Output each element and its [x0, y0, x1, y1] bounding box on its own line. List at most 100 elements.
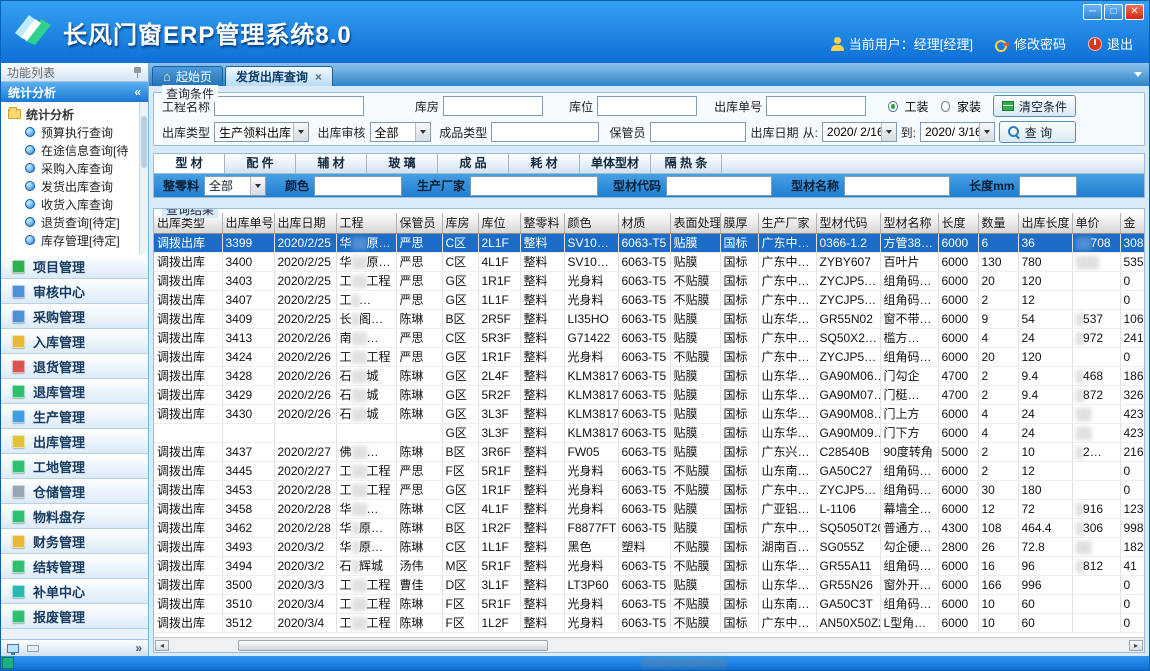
manufacturer-input[interactable] [470, 176, 598, 196]
column-header[interactable]: 出库日期 [274, 213, 336, 233]
table-row[interactable]: 调拨出库34002020/2/25华▒▒原…严思C区4L1F整料SV10…606… [154, 252, 1144, 271]
sidebar-module[interactable]: 物料盘存 [1, 504, 148, 529]
sidebar-module[interactable]: 生产管理 [1, 404, 148, 429]
project-name-input[interactable] [214, 96, 364, 116]
radio-gongzhuang[interactable] [888, 101, 897, 112]
column-header[interactable]: 库房 [442, 213, 478, 233]
material-tab[interactable]: 型 材 [154, 154, 225, 173]
sidebar-module[interactable]: 退货管理 [1, 354, 148, 379]
status-app-icon[interactable] [2, 657, 14, 669]
pin-icon[interactable] [133, 67, 142, 78]
date-from-picker[interactable]: 2020/ 2/16 [822, 122, 897, 142]
table-row[interactable]: 调拨出库34302020/2/26石▒▒城陈琳G区3L3F整料KLM381760… [154, 404, 1144, 423]
more-icon[interactable]: » [135, 641, 142, 655]
scrollbar-thumb[interactable] [238, 640, 548, 651]
column-header[interactable]: 出库长度 [1018, 213, 1072, 233]
sidebar-module[interactable]: 财务管理 [1, 529, 148, 554]
scroll-right-arrow-icon[interactable]: ▸ [1129, 640, 1143, 651]
sidebar-module[interactable]: 补单中心 [1, 579, 148, 604]
color-input[interactable] [314, 176, 402, 196]
table-row[interactable]: 调拨出库35002020/3/3工▒▒工程曹佳D区3L1F整料LT3P60606… [154, 575, 1144, 594]
chevron-down-icon[interactable] [979, 123, 994, 141]
tab-home[interactable]: ⌂ 起始页 [152, 66, 223, 86]
column-header[interactable]: 保管员 [396, 213, 442, 233]
column-header[interactable]: 工程 [336, 213, 396, 233]
material-tab[interactable]: 隔 热 条 [651, 154, 722, 173]
tab-outbound-query[interactable]: 发货出库查询 × [225, 66, 333, 86]
chevron-down-icon[interactable] [881, 123, 896, 141]
sidebar-module[interactable]: 结转管理 [1, 554, 148, 579]
column-header[interactable]: 型材代码 [816, 213, 880, 233]
out-type-select[interactable]: 生产领料出库 [214, 122, 309, 142]
table-row[interactable]: 调拨出库34072020/2/25工▒…严思G区1L1F整料光身料6063-T5… [154, 290, 1144, 309]
tree-item[interactable]: 收货入库查询 [8, 195, 148, 213]
sidebar-module[interactable]: 出库管理 [1, 429, 148, 454]
monitor-icon[interactable] [7, 644, 19, 653]
tree-item[interactable]: 采购入库查询 [8, 159, 148, 177]
column-header[interactable]: 长度 [938, 213, 978, 233]
column-header[interactable]: 型材名称 [880, 213, 938, 233]
column-header[interactable]: 生产厂家 [758, 213, 816, 233]
material-tab[interactable]: 耗 材 [509, 154, 580, 173]
chevron-down-icon[interactable] [293, 123, 308, 141]
table-row[interactable]: 调拨出库34032020/2/25工▒▒工程严思G区1R1F整料光身料6063-… [154, 271, 1144, 290]
length-input[interactable] [1019, 176, 1077, 196]
table-row[interactable]: G区3L3F整料KLM38176063-T5贴膜国标山东华…GA90M09…门下… [154, 423, 1144, 442]
tree-scrollbar[interactable] [139, 102, 148, 254]
table-row[interactable]: 调拨出库34292020/2/26石▒▒城陈琳G区5R2F整料KLM381760… [154, 385, 1144, 404]
scroll-left-arrow-icon[interactable]: ◂ [155, 640, 169, 651]
table-row[interactable]: 调拨出库35102020/3/4工▒▒工程陈琳F区5R1F整料光身料6063-T… [154, 594, 1144, 613]
sidebar-section-header[interactable]: 统计分析 « [1, 82, 148, 102]
keyboard-icon[interactable] [27, 645, 39, 652]
material-tab[interactable]: 配 件 [225, 154, 296, 173]
search-button[interactable]: 查 询 [999, 121, 1076, 143]
sidebar-module[interactable]: 仓储管理 [1, 479, 148, 504]
column-header[interactable]: 库位 [478, 213, 520, 233]
sidebar-module[interactable]: 报废管理 [1, 604, 148, 629]
scrollbar-thumb[interactable] [141, 116, 147, 168]
sidebar-module[interactable]: 工地管理 [1, 454, 148, 479]
horizontal-scrollbar[interactable]: ◂ ▸ [154, 637, 1144, 652]
product-type-input[interactable] [491, 122, 599, 142]
column-header[interactable]: 数量 [978, 213, 1018, 233]
column-header[interactable]: 出库单号 [222, 213, 274, 233]
chevron-down-icon[interactable] [415, 123, 430, 141]
table-row[interactable]: 调拨出库34372020/2/27佛▒▒…陈琳B区3R6F整料FW056063-… [154, 442, 1144, 461]
location-input[interactable] [597, 96, 697, 116]
radio-jiazhuang[interactable] [941, 101, 950, 112]
tree-item[interactable]: 库存管理[待定] [8, 231, 148, 249]
sidebar-module[interactable]: 入库管理 [1, 329, 148, 354]
logout-button[interactable]: 退出 [1088, 34, 1133, 53]
profile-name-input[interactable] [844, 176, 950, 196]
table-row[interactable]: 调拨出库34092020/2/25长▒阁…陈琳B区2R5F整料LI35HO606… [154, 309, 1144, 328]
chevron-down-icon[interactable] [250, 177, 265, 195]
column-header[interactable]: 材质 [618, 213, 670, 233]
clear-conditions-button[interactable]: 清空条件 [993, 95, 1076, 117]
table-row[interactable]: 调拨出库34582020/2/28华▒▒…陈琳C区4L1F整料光身料6063-T… [154, 499, 1144, 518]
table-row[interactable]: 调拨出库34932020/3/2华▒原…陈琳C区1L1F整料黑色塑料不贴膜国标湖… [154, 537, 1144, 556]
maximize-button[interactable]: □ [1104, 4, 1123, 20]
tree-item[interactable]: 发货出库查询 [8, 177, 148, 195]
tab-list-caret-icon[interactable] [1134, 72, 1142, 77]
column-header[interactable]: 单价 [1072, 213, 1120, 233]
profile-code-input[interactable] [666, 176, 772, 196]
order-no-input[interactable] [766, 96, 866, 116]
change-password-button[interactable]: 修改密码 [995, 34, 1066, 53]
column-header[interactable]: 颜色 [564, 213, 618, 233]
table-row[interactable]: 调拨出库35122020/3/4工▒▒工程陈琳F区1L2F整料光身料6063-T… [154, 613, 1144, 632]
sidebar-module[interactable]: 审核中心 [1, 279, 148, 304]
table-row[interactable]: 调拨出库34622020/2/28华▒原…陈琳B区1R2F整料F8877FT60… [154, 518, 1144, 537]
warehouse-input[interactable] [443, 96, 543, 116]
material-tab[interactable]: 单体型材 [580, 154, 651, 173]
material-tab[interactable]: 辅 材 [296, 154, 367, 173]
column-header[interactable]: 膜厚 [720, 213, 758, 233]
tab-close-icon[interactable]: × [315, 70, 322, 84]
tree-item[interactable]: 预算执行查询 [8, 123, 148, 141]
sidebar-module[interactable]: 退库管理 [1, 379, 148, 404]
sidebar-module[interactable]: 项目管理 [1, 254, 148, 279]
whole-piece-select[interactable]: 全部 [204, 176, 266, 196]
minimize-button[interactable]: ─ [1083, 4, 1102, 20]
column-header[interactable]: 金 [1120, 213, 1144, 233]
tree-item[interactable]: 在途信息查询[待 [8, 141, 148, 159]
table-row[interactable]: 调拨出库33992020/2/25华▒▒原…严思C区2L1F整料SV10…606… [154, 233, 1144, 252]
